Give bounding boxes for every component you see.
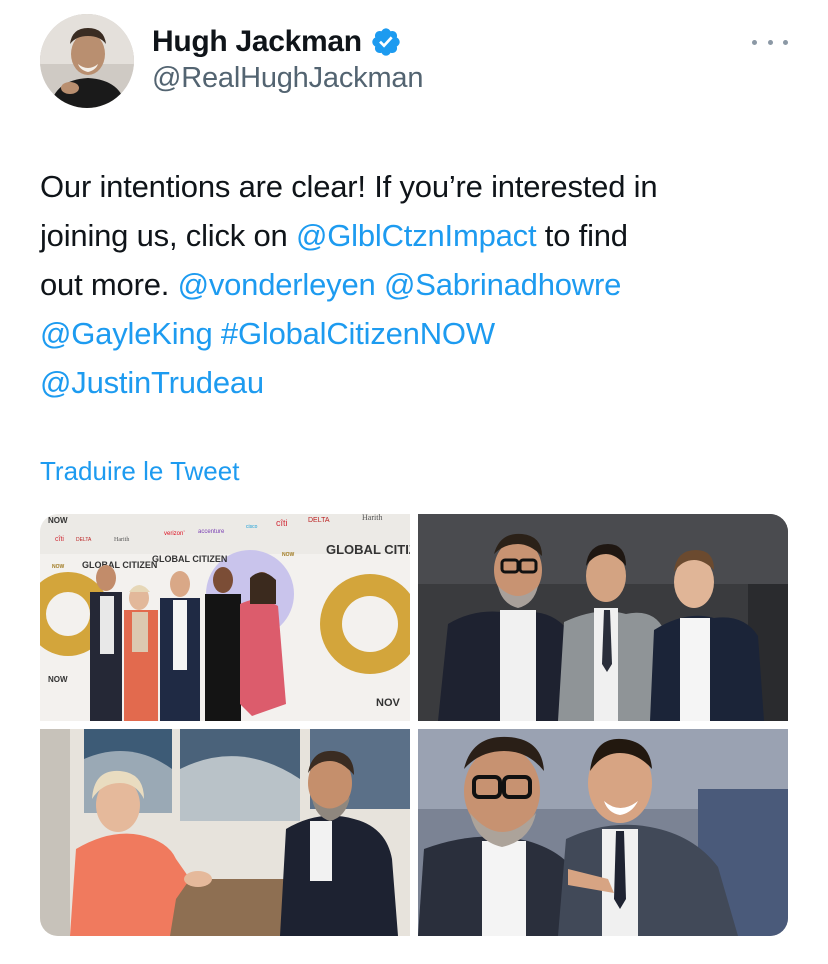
dot-icon bbox=[752, 39, 757, 45]
media-photo-three-men[interactable] bbox=[418, 514, 788, 721]
dot-icon bbox=[783, 39, 788, 45]
tweet-text-segment: joining us, click on bbox=[40, 218, 296, 253]
media-photo-group-backdrop[interactable]: NOW cîti DELTA Harith verizon’ accenture… bbox=[40, 514, 410, 721]
translate-tweet-link[interactable]: Traduire le Tweet bbox=[40, 456, 239, 487]
tweet-line: out more. @vonderleyen @Sabrinadhowre bbox=[40, 260, 800, 309]
mention-link[interactable]: @GlblCtznImpact bbox=[296, 218, 537, 253]
hashtag-link[interactable]: #GlobalCitizenNOW bbox=[221, 316, 495, 351]
more-options-icon[interactable] bbox=[752, 30, 788, 54]
avatar[interactable] bbox=[40, 14, 134, 108]
media-photo-woman-coral-jacket[interactable] bbox=[40, 729, 410, 936]
backdrop-sign: cîti bbox=[55, 536, 64, 543]
backdrop-sign: cisco bbox=[246, 524, 258, 530]
backdrop-sign: Harith bbox=[114, 537, 129, 543]
dot-icon bbox=[767, 39, 773, 45]
tweet-line: joining us, click on @GlblCtznImpact to … bbox=[40, 211, 800, 260]
backdrop-sign: Harith bbox=[362, 514, 382, 522]
mention-link[interactable]: @GayleKing bbox=[40, 316, 213, 351]
mention-link[interactable]: @vonderleyen bbox=[178, 267, 376, 302]
tweet-line: @GayleKing #GlobalCitizenNOW bbox=[40, 309, 800, 358]
backdrop-sign: DELTA bbox=[308, 517, 330, 524]
tweet-text-segment: out more. bbox=[40, 267, 178, 302]
backdrop-sign: DELTA bbox=[76, 537, 92, 543]
backdrop-sign: NOW bbox=[48, 675, 68, 684]
tweet-line: @JustinTrudeau bbox=[40, 358, 800, 407]
backdrop-sign: GLOBAL CITIZEN bbox=[326, 542, 410, 557]
backdrop-sign: NOW bbox=[52, 564, 65, 570]
verified-badge-icon bbox=[370, 26, 402, 58]
author-name-row[interactable]: Hugh Jackman bbox=[152, 22, 402, 62]
mention-link[interactable]: @Sabrinadhowre bbox=[384, 267, 621, 302]
tweet-card: Hugh Jackman @RealHughJackman Our intent… bbox=[0, 0, 828, 964]
backdrop-sign: GLOBAL CITIZEN bbox=[152, 554, 227, 564]
backdrop-sign: NOV bbox=[376, 697, 401, 709]
backdrop-sign: verizon’ bbox=[164, 531, 185, 537]
tweet-text-segment: Our intentions are clear! If you’re inte… bbox=[40, 169, 658, 204]
author-display-name[interactable]: Hugh Jackman bbox=[152, 25, 362, 59]
tweet-text-segment: to find bbox=[536, 218, 628, 253]
backdrop-sign: NOW bbox=[48, 516, 68, 525]
backdrop-sign: NOW bbox=[282, 552, 295, 558]
tweet-line: Our intentions are clear! If you’re inte… bbox=[40, 162, 800, 211]
avatar-image bbox=[40, 14, 134, 108]
backdrop-sign: GLOBAL CITIZEN bbox=[82, 560, 157, 570]
media-grid: NOW cîti DELTA Harith verizon’ accenture… bbox=[40, 514, 788, 936]
tweet-text: Our intentions are clear! If you’re inte… bbox=[40, 162, 800, 407]
author-handle[interactable]: @RealHughJackman bbox=[152, 62, 423, 95]
backdrop-sign: cîti bbox=[276, 518, 288, 528]
backdrop-sign: accenture bbox=[198, 529, 225, 535]
mention-link[interactable]: @JustinTrudeau bbox=[40, 365, 264, 400]
media-photo-two-men-selfie[interactable] bbox=[418, 729, 788, 936]
